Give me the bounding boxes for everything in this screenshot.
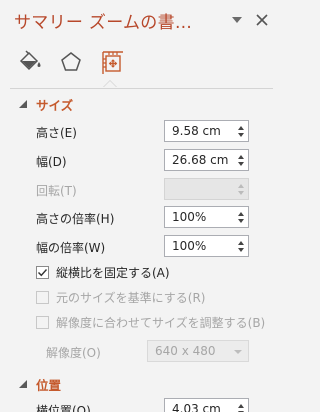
rotation-row: 回転(T) xyxy=(0,178,284,202)
height-spin-arrows[interactable] xyxy=(234,121,248,141)
best-scale-label: 解像度に合わせてサイズを調整する(B) xyxy=(56,315,266,330)
relative-original-box xyxy=(36,290,49,304)
scale-width-row: 幅の倍率(W) 100% xyxy=(0,235,284,259)
pane-title-bar: サマリー ズームの書… xyxy=(0,0,284,42)
scale-height-label: 高さの倍率(H) xyxy=(36,212,115,226)
resolution-label: 解像度(O) xyxy=(46,346,101,360)
rotation-spinner xyxy=(164,178,249,200)
horizontal-position-row: 横位置(O) 4.03 cm xyxy=(0,398,284,412)
horizontal-position-spin-arrows[interactable] xyxy=(234,399,248,412)
chevron-down-icon xyxy=(232,17,242,23)
height-row: 高さ(E) 9.58 cm xyxy=(0,120,284,144)
scale-height-value[interactable]: 100% xyxy=(172,210,206,224)
close-pane-button[interactable] xyxy=(252,10,272,30)
relative-original-checkbox: 元のサイズを基準にする(R) xyxy=(36,288,205,306)
resolution-row: 解像度(O) 640 x 480 xyxy=(0,340,284,364)
pane-title: サマリー ズームの書… xyxy=(14,13,193,33)
active-tab-indicator xyxy=(103,80,117,87)
best-scale-box xyxy=(36,315,49,329)
width-value[interactable]: 26.68 cm xyxy=(172,153,228,167)
relative-original-label: 元のサイズを基準にする(R) xyxy=(56,290,206,305)
resolution-select: 640 x 480 xyxy=(147,340,249,362)
close-icon xyxy=(256,14,268,26)
width-row: 幅(D) 26.68 cm xyxy=(0,149,284,173)
width-label: 幅(D) xyxy=(36,155,67,169)
scale-width-label: 幅の倍率(W) xyxy=(36,241,106,255)
position-section-label: 位置 xyxy=(36,377,62,393)
height-label: 高さ(E) xyxy=(36,126,77,140)
expanded-triangle-icon xyxy=(18,379,28,389)
lock-aspect-checkbox[interactable]: 縦横比を固定する(A) xyxy=(36,263,170,281)
height-spinner[interactable]: 9.58 cm xyxy=(164,120,249,142)
scale-width-spinner[interactable]: 100% xyxy=(164,235,249,257)
size-section-header[interactable]: サイズ xyxy=(18,95,73,113)
checkmark-icon xyxy=(38,268,48,276)
tab-effects[interactable] xyxy=(55,46,87,78)
size-position-icon xyxy=(102,51,123,74)
width-spin-arrows[interactable] xyxy=(234,150,248,170)
scale-height-row: 高さの倍率(H) 100% xyxy=(0,206,284,230)
scale-height-spin-arrows[interactable] xyxy=(234,207,248,227)
scale-width-value[interactable]: 100% xyxy=(172,239,206,253)
format-tabs xyxy=(0,42,284,87)
height-value[interactable]: 9.58 cm xyxy=(172,124,221,138)
best-scale-checkbox: 解像度に合わせてサイズを調整する(B) xyxy=(36,313,265,331)
size-section-label: サイズ xyxy=(36,97,74,113)
rotation-spin-arrows xyxy=(234,179,248,199)
resolution-value: 640 x 480 xyxy=(155,344,216,358)
position-section-header[interactable]: 位置 xyxy=(18,375,61,393)
paint-bucket-icon xyxy=(19,50,41,71)
expanded-triangle-icon xyxy=(18,99,28,109)
scale-width-spin-arrows[interactable] xyxy=(234,236,248,256)
scale-height-spinner[interactable]: 100% xyxy=(164,206,249,228)
tabs-divider xyxy=(10,88,273,89)
pane-options-button[interactable] xyxy=(228,10,246,30)
horizontal-position-label: 横位置(O) xyxy=(36,404,91,412)
horizontal-position-value[interactable]: 4.03 cm xyxy=(172,402,221,412)
tab-size-properties[interactable] xyxy=(96,46,128,78)
rotation-label: 回転(T) xyxy=(36,184,77,198)
tab-fill-line[interactable] xyxy=(15,46,47,78)
lock-aspect-label: 縦横比を固定する(A) xyxy=(56,265,170,280)
chevron-down-icon xyxy=(234,350,242,354)
width-spinner[interactable]: 26.68 cm xyxy=(164,149,249,171)
pentagon-icon xyxy=(61,52,81,71)
lock-aspect-box[interactable] xyxy=(36,265,49,279)
horizontal-position-spinner[interactable]: 4.03 cm xyxy=(164,398,249,412)
